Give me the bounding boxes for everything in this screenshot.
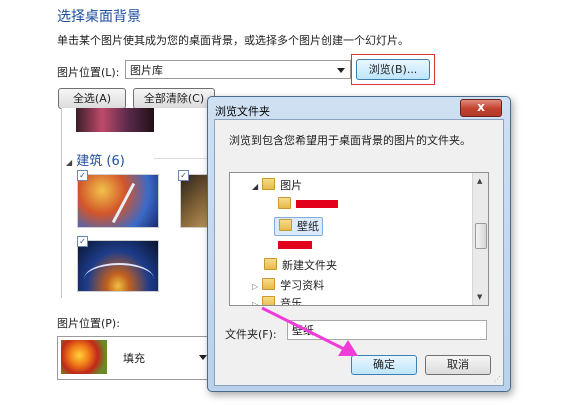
tree-item-redacted[interactable] xyxy=(278,237,312,254)
scroll-up-arrow-icon[interactable]: ▲ xyxy=(477,177,482,185)
folder-icon xyxy=(262,296,276,305)
tree-item-pictures[interactable]: ◢ 图片 xyxy=(252,177,302,194)
annotation-arrow xyxy=(261,306,358,356)
picture-location-dropdown[interactable]: 图片库 xyxy=(125,60,351,79)
folder-icon xyxy=(279,219,292,231)
tree-item-redacted[interactable] xyxy=(278,196,338,213)
picture-location-value: 图片库 xyxy=(130,64,163,77)
bridge-arc-shape xyxy=(84,263,154,295)
chevron-down-icon xyxy=(199,355,207,360)
tree-item-study-materials[interactable]: ▷ 学习资料 xyxy=(252,277,324,294)
dialog-instruction: 浏览到包含您希望用于桌面背景的图片的文件夹。 xyxy=(229,134,471,147)
folder-icon xyxy=(262,178,276,190)
close-button[interactable]: x xyxy=(460,99,502,117)
collapse-triangle-icon: ◢ xyxy=(66,158,73,167)
collapsed-triangle-icon: ▷ xyxy=(252,282,259,291)
chevron-down-icon xyxy=(337,68,345,73)
wallpaper-list[interactable]: ◢ 建筑 (6) ✓ ✓ ✓ xyxy=(61,108,222,298)
page-subtitle: 单击某个图片使其成为您的桌面背景，或选择多个图片创建一个幻灯片。 xyxy=(57,34,409,47)
picture-position-dropdown[interactable]: 填充 xyxy=(57,336,211,380)
folder-icon xyxy=(262,278,276,290)
page-title: 选择桌面背景 xyxy=(57,9,141,25)
resize-grip-icon[interactable]: ⋰ xyxy=(494,375,501,383)
category-header[interactable]: ◢ 建筑 (6) xyxy=(66,150,125,169)
wallpaper-thumbnail[interactable] xyxy=(76,108,154,132)
tree-item-new-folder[interactable]: 新建文件夹 xyxy=(264,257,337,274)
picture-position-label: 图片位置(P): xyxy=(57,317,120,330)
select-all-button[interactable]: 全选(A) xyxy=(58,88,126,109)
folder-icon xyxy=(278,197,291,209)
category-name: 建筑 (6) xyxy=(76,154,125,169)
wallpaper-checkbox[interactable]: ✓ xyxy=(77,236,88,247)
folder-tree[interactable]: ◢ 图片 壁纸 新建文件夹 ▷ 学习资料 ▷ 音乐 ▲ ▼ xyxy=(229,172,489,306)
wallpaper-thumbnail[interactable] xyxy=(77,174,159,228)
cancel-button[interactable]: 取消 xyxy=(425,355,491,375)
wallpaper-checkbox[interactable]: ✓ xyxy=(178,170,189,181)
scroll-down-arrow-icon[interactable]: ▼ xyxy=(477,293,482,301)
picture-position-value: 填充 xyxy=(123,352,145,365)
wallpaper-checkbox[interactable]: ✓ xyxy=(77,170,88,181)
scrollbar-thumb[interactable] xyxy=(475,223,487,249)
arrow-shaft xyxy=(261,306,347,352)
browse-button[interactable]: 浏览(B)... xyxy=(356,59,430,80)
dialog-title: 浏览文件夹 xyxy=(215,105,270,118)
tower-shape xyxy=(111,182,136,224)
redacted-label xyxy=(296,200,338,208)
tree-item-music[interactable]: ▷ 音乐 xyxy=(252,295,302,306)
picture-location-label: 图片位置(L): xyxy=(57,66,120,79)
vertical-scrollbar[interactable]: ▲ ▼ xyxy=(472,173,488,305)
redacted-label xyxy=(278,241,312,249)
clear-all-button[interactable]: 全部清除(C) xyxy=(133,88,215,109)
tree-item-wallpaper[interactable]: 壁纸 xyxy=(274,217,323,236)
folder-icon xyxy=(264,258,277,270)
position-preview-image xyxy=(61,340,107,374)
wallpaper-thumbnail[interactable] xyxy=(77,240,159,292)
collapsed-triangle-icon: ▷ xyxy=(252,300,259,306)
expanded-triangle-icon: ◢ xyxy=(252,182,259,191)
